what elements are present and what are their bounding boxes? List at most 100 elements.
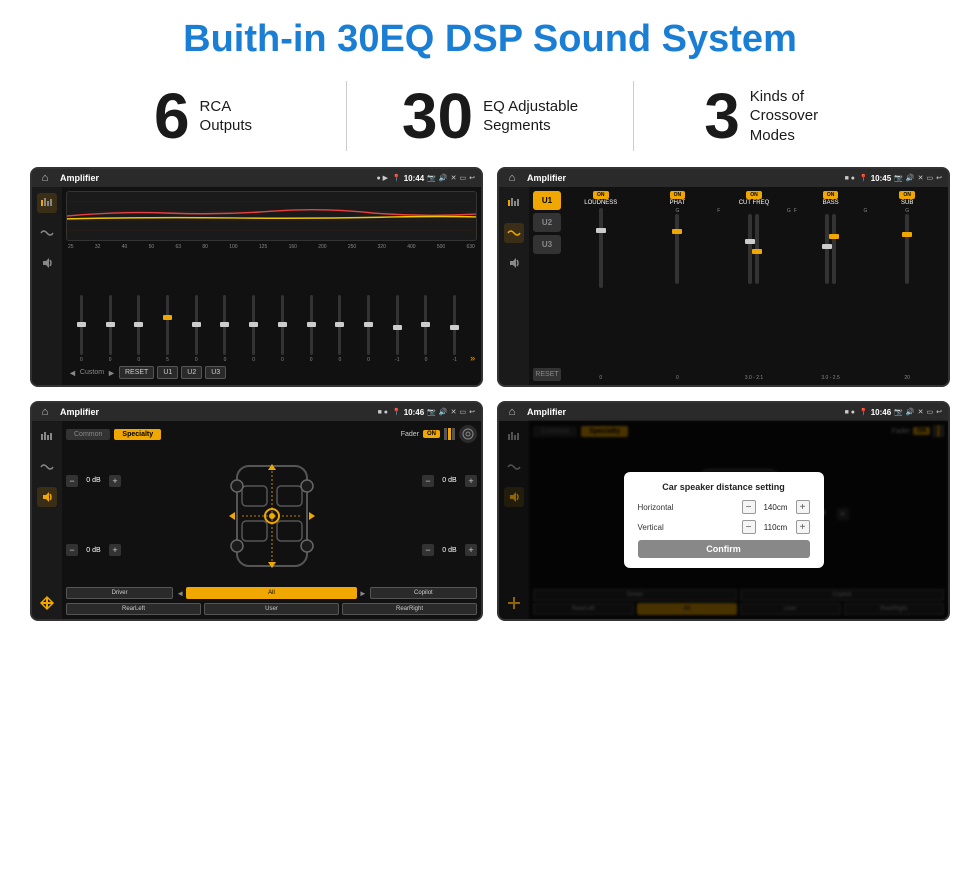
eq-prev-arrow[interactable]: ◄ <box>68 368 77 378</box>
crossover-sidebar <box>499 187 529 385</box>
dialog-vertical-ctrl: − 110cm + <box>742 520 810 534</box>
fader-volume-icon: 🔊 <box>439 408 448 416</box>
eq-sidebar-speaker[interactable] <box>37 253 57 273</box>
fader-top-right-vol: − 0 dB + <box>422 475 477 487</box>
loudness-on-badge: ON <box>593 191 609 199</box>
fader-right-arrow[interactable]: ► <box>359 589 367 598</box>
fader-bottom-left-vol: − 0 dB + <box>66 544 121 556</box>
fader-right-controls: − 0 dB + − 0 dB + <box>422 446 477 585</box>
stat-crossover-number: 3 <box>704 84 740 148</box>
eq-sliders-row: 0 0 0 5 0 <box>66 252 477 363</box>
eq-u3-btn[interactable]: U3 <box>205 366 226 379</box>
fader-tr-plus[interactable]: + <box>465 475 477 487</box>
crossover-u2-btn[interactable]: U2 <box>533 213 561 232</box>
crossover-sidebar-eq[interactable] <box>504 193 524 213</box>
fader-btn-user[interactable]: User <box>204 603 339 615</box>
crossover-ch-loudness: ON LOUDNESS 0 <box>564 191 638 381</box>
stat-eq-number: 30 <box>402 84 473 148</box>
dialog-horizontal-minus[interactable]: − <box>742 500 756 514</box>
eq-sidebar-eq[interactable] <box>37 193 57 213</box>
fader-btn-driver[interactable]: Driver <box>66 587 173 599</box>
fader-tl-val: 0 dB <box>80 477 107 484</box>
fader-sidebar-wave[interactable] <box>37 457 57 477</box>
dialog-vertical-plus[interactable]: + <box>796 520 810 534</box>
eq-mode-icons: ● ▶ <box>376 174 388 182</box>
dialog-confirm-button[interactable]: Confirm <box>638 540 810 558</box>
crossover-main: U1 U2 U3 RESET ON LOUDNESS <box>529 187 948 385</box>
fader-time: 10:46 <box>404 408 424 417</box>
eq-next-arrow[interactable]: ► <box>107 368 116 378</box>
fader-btn-rearleft[interactable]: RearLeft <box>66 603 201 615</box>
dialog-modal-title: Car speaker distance setting <box>638 482 810 492</box>
fader-bl-val: 0 dB <box>80 547 107 554</box>
dialog-vertical-label: Vertical <box>638 523 664 532</box>
eq-u2-btn[interactable]: U2 <box>181 366 202 379</box>
fader-bl-minus[interactable]: − <box>66 544 78 556</box>
fader-btn-copilot[interactable]: Copilot <box>370 587 477 599</box>
fader-app-title: Amplifier <box>60 407 374 417</box>
crossover-u1-btn[interactable]: U1 <box>533 191 561 210</box>
crossover-sidebar-speaker[interactable] <box>504 253 524 273</box>
eq-u1-btn[interactable]: U1 <box>157 366 178 379</box>
loudness-label: LOUDNESS <box>584 200 617 206</box>
fader-sidebar-arrows[interactable] <box>37 593 57 613</box>
fader-battery-icon: ▭ <box>460 408 467 416</box>
fader-on-badge: ON <box>423 430 440 438</box>
fader-tl-plus[interactable]: + <box>109 475 121 487</box>
fader-tab-common[interactable]: Common <box>66 429 110 440</box>
eq-reset-btn[interactable]: RESET <box>119 366 154 379</box>
fader-sidebar-speaker[interactable] <box>37 487 57 507</box>
crossover-u3-btn[interactable]: U3 <box>533 235 561 254</box>
crossover-ch-phat: ON PHAT G 0 <box>641 191 715 381</box>
fader-btn-rearright[interactable]: RearRight <box>342 603 477 615</box>
fader-settings-icon[interactable] <box>459 425 477 443</box>
dialog-back-icon: ↩ <box>936 408 942 416</box>
eq-screen-content: 2532405063 80100125160200 25032040050063… <box>32 187 481 385</box>
screenshots-grid: ⌂ Amplifier ● ▶ 📍 10:44 📷 🔊 ✕ ▭ ↩ <box>0 167 980 637</box>
crossover-back-icon: ↩ <box>936 174 942 182</box>
battery-icon: ▭ <box>460 174 467 182</box>
eq-slider-6: 0 <box>212 295 239 363</box>
dialog-battery-icon: ▭ <box>927 408 934 416</box>
fader-sidebar <box>32 421 62 619</box>
fader-btn-all[interactable]: All <box>186 587 357 599</box>
eq-more-icon[interactable]: » <box>470 353 475 363</box>
dialog-vertical-minus[interactable]: − <box>742 520 756 534</box>
dialog-status-bar: ⌂ Amplifier ■ ● 📍 10:46 📷 🔊 ✕ ▭ ↩ <box>499 403 948 421</box>
fader-tab-specialty[interactable]: Specialty <box>114 429 161 440</box>
dialog-modal-overlay: Car speaker distance setting Horizontal … <box>499 421 948 619</box>
fader-screen-content: Common Specialty Fader ON <box>32 421 481 619</box>
stat-eq-label: EQ AdjustableSegments <box>483 97 578 136</box>
fader-br-minus[interactable]: − <box>422 544 434 556</box>
fader-br-val: 0 dB <box>436 547 463 554</box>
eq-status-icons: 📍 10:44 📷 🔊 ✕ ▭ ↩ <box>392 174 475 183</box>
fader-sidebar-eq[interactable] <box>37 427 57 447</box>
fader-bl-plus[interactable]: + <box>109 544 121 556</box>
dialog-horizontal-ctrl: − 140cm + <box>742 500 810 514</box>
crossover-sidebar-wave[interactable] <box>504 223 524 243</box>
fader-left-arrow[interactable]: ◄ <box>176 589 184 598</box>
dialog-app-title: Amplifier <box>527 407 841 417</box>
eq-slider-7: 0 <box>240 295 267 363</box>
back-icon: ↩ <box>469 174 475 182</box>
stat-crossover-label: Kinds ofCrossover Modes <box>750 87 850 146</box>
crossover-screen-content: U1 U2 U3 RESET ON LOUDNESS <box>499 187 948 385</box>
crossover-channels: ON LOUDNESS 0 ON <box>564 191 944 381</box>
crossover-mode-icons: ■ ● <box>845 175 855 182</box>
eq-sidebar <box>32 187 62 385</box>
dialog-location-icon: 📍 <box>859 408 868 416</box>
eq-slider-2: 0 <box>97 295 124 363</box>
eq-slider-10: 0 <box>326 295 353 363</box>
eq-sidebar-wave[interactable] <box>37 223 57 243</box>
fader-tr-minus[interactable]: − <box>422 475 434 487</box>
fader-br-plus[interactable]: + <box>465 544 477 556</box>
fader-tl-minus[interactable]: − <box>66 475 78 487</box>
fader-bottom-right-vol: − 0 dB + <box>422 544 477 556</box>
fader-bottom-btns: Driver ◄ All ► Copilot <box>66 585 477 599</box>
crossover-camera-icon: 📷 <box>894 174 903 182</box>
dialog-horizontal-plus[interactable]: + <box>796 500 810 514</box>
eq-slider-4: 5 <box>154 295 181 363</box>
crossover-reset-btn[interactable]: RESET <box>533 368 561 381</box>
home-icon: ⌂ <box>38 171 52 185</box>
dialog-wifi-icon: ✕ <box>918 408 924 416</box>
